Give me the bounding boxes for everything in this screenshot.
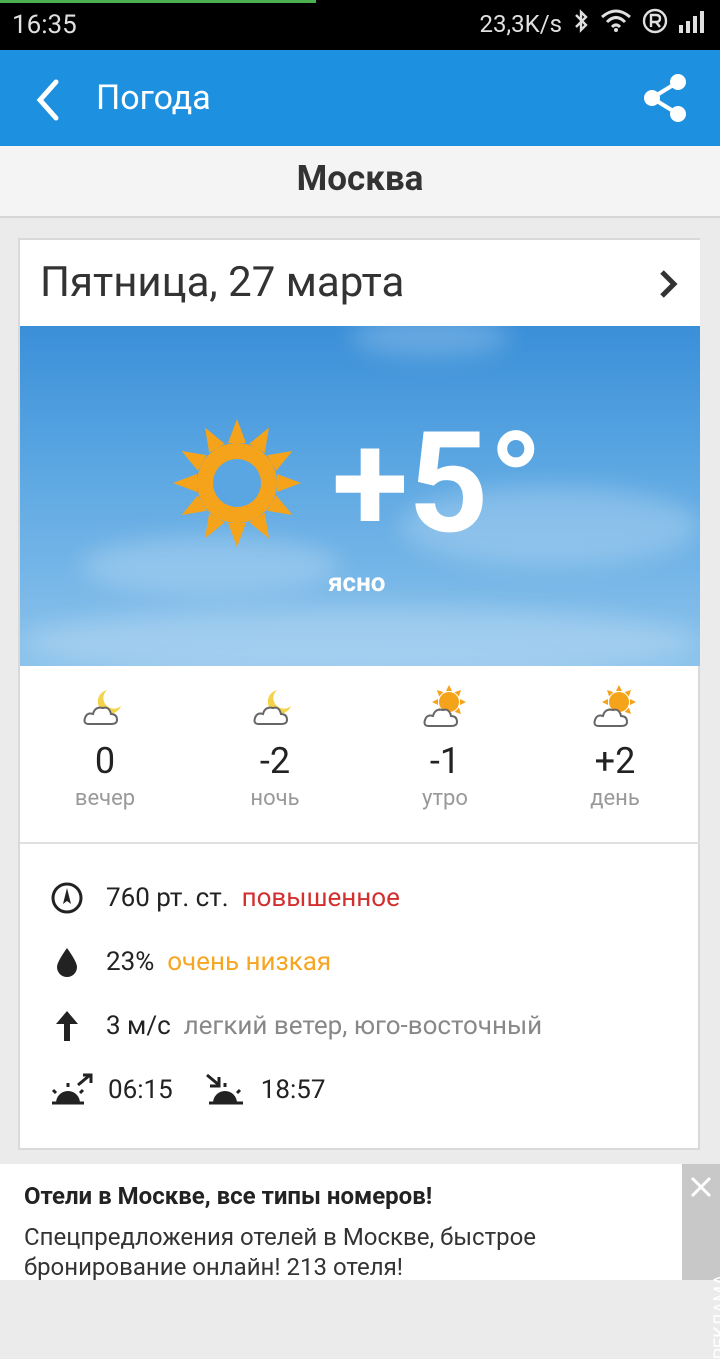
moon-cloud-icon bbox=[83, 690, 121, 725]
signal-icon bbox=[678, 9, 708, 39]
wind-description: легкий ветер, bbox=[183, 1011, 348, 1041]
period-label: ночь bbox=[250, 786, 300, 811]
ad-text[interactable]: Спецпредложения отелей в Москве, быстрое… bbox=[24, 1222, 624, 1282]
status-time: 16:35 bbox=[12, 10, 77, 40]
page-title: Погода bbox=[96, 78, 211, 118]
share-button[interactable] bbox=[640, 72, 690, 124]
period-label: день bbox=[590, 786, 640, 811]
sunrise-icon bbox=[50, 1073, 94, 1107]
load-progress bbox=[0, 0, 316, 3]
sun-times-row: 06:15 18:57 bbox=[50, 1070, 326, 1110]
day-periods: 0 вечер -2 ночь -1 утро +2 день bbox=[20, 666, 700, 844]
wind-direction: юго-восточный bbox=[353, 1011, 543, 1041]
sunset-time: 18:57 bbox=[260, 1075, 326, 1105]
sun-icon bbox=[173, 419, 301, 547]
weather-details: 760 рт. ст. повышенное 23% очень низкая … bbox=[20, 842, 700, 1142]
wifi-icon bbox=[600, 9, 632, 39]
period-day: +2 день bbox=[530, 666, 700, 842]
humidity-value: 23% bbox=[106, 947, 155, 977]
pressure-row: 760 рт. ст. повышенное bbox=[50, 878, 400, 918]
humidity-row: 23% очень низкая bbox=[50, 942, 331, 982]
period-morning: -1 утро bbox=[360, 666, 530, 842]
network-speed: 23,3K/s bbox=[479, 10, 562, 38]
current-condition: ясно bbox=[328, 568, 386, 598]
cloud-decoration bbox=[350, 326, 510, 356]
day-date: Пятница, 27 марта bbox=[40, 258, 405, 307]
water-drop-icon bbox=[50, 945, 84, 979]
back-button[interactable] bbox=[30, 76, 70, 124]
period-temp: -1 bbox=[429, 740, 461, 782]
chevron-left-icon bbox=[36, 79, 59, 121]
ad-label: РЕКЛАМА bbox=[710, 1274, 720, 1359]
period-evening: 0 вечер bbox=[20, 666, 190, 842]
period-label: утро bbox=[422, 786, 468, 811]
ad-banner[interactable]: Отели в Москве, все типы номеров! Спецпр… bbox=[0, 1164, 720, 1359]
registered-icon bbox=[642, 8, 668, 40]
pressure-gauge-icon bbox=[50, 881, 84, 915]
sunrise-time: 06:15 bbox=[108, 1075, 173, 1105]
status-bar: 16:35 23,3K/s bbox=[0, 0, 720, 50]
moon-cloud-icon bbox=[253, 690, 291, 725]
weather-card: Пятница, 27 марта +5° ясно 0 вечер -2 но… bbox=[18, 238, 700, 1150]
sun-cloud-icon bbox=[593, 685, 636, 727]
wind-direction-arrow-icon bbox=[50, 1009, 84, 1043]
city-header: Москва bbox=[0, 146, 720, 218]
app-bar: Погода bbox=[0, 50, 720, 146]
period-night: -2 ночь bbox=[190, 666, 360, 842]
humidity-note: очень низкая bbox=[167, 947, 332, 977]
cloud-decoration bbox=[20, 606, 700, 666]
chevron-right-icon bbox=[660, 270, 678, 298]
period-label: вечер bbox=[74, 786, 136, 811]
city-name: Москва bbox=[296, 158, 424, 199]
period-temp: +2 bbox=[594, 740, 636, 782]
ad-side-panel: РЕКЛАМА bbox=[682, 1164, 720, 1359]
pressure-value: 760 рт. ст. bbox=[106, 883, 229, 913]
pressure-note: повышенное bbox=[241, 883, 400, 913]
current-weather-panel: +5° ясно bbox=[20, 326, 700, 666]
period-temp: -2 bbox=[259, 740, 291, 782]
share-icon bbox=[644, 74, 686, 122]
period-temp: 0 bbox=[94, 740, 116, 782]
wind-row: 3 м/с легкий ветер, юго-восточный bbox=[50, 1006, 542, 1046]
bluetooth-icon bbox=[572, 8, 590, 40]
wind-speed: 3 м/с bbox=[106, 1011, 171, 1041]
sun-cloud-icon bbox=[423, 685, 466, 727]
current-temperature: +5° bbox=[332, 402, 544, 566]
day-selector[interactable]: Пятница, 27 марта bbox=[20, 240, 700, 328]
close-icon[interactable] bbox=[688, 1174, 714, 1200]
sunset-icon bbox=[203, 1073, 247, 1107]
ad-title[interactable]: Отели в Москве, все типы номеров! bbox=[24, 1182, 432, 1210]
